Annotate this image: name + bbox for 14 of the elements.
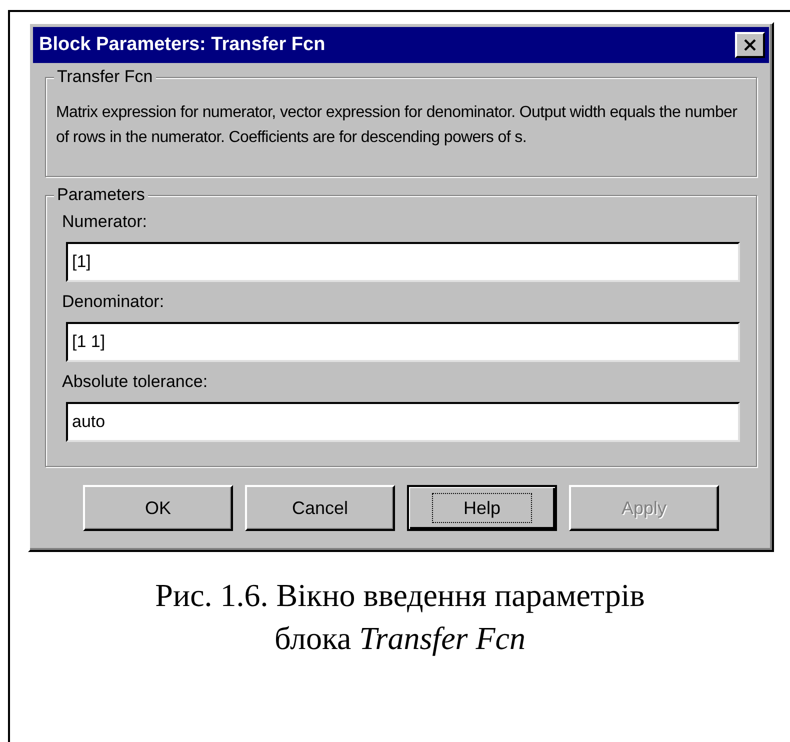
field-label: Absolute tolerance:: [62, 372, 209, 392]
window-title: Block Parameters: Transfer Fcn: [39, 34, 326, 56]
dialog-button[interactable]: Help: [407, 485, 557, 531]
dialog-button[interactable]: Cancel: [245, 485, 395, 531]
figure-caption: Рис. 1.6. Вікно введення параметрів блока Transfer Fcn: [154, 576, 646, 658]
field-label: Denominator:: [62, 292, 166, 312]
input-field[interactable]: [1]: [66, 242, 740, 282]
description-text: Matrix expression for numerator, vector expression for denominator. Output width equals the number of rows in the numerator. Coefficients are for descending powers of s.: [56, 103, 738, 148]
dialog-button[interactable]: OK: [83, 485, 233, 531]
close-button[interactable]: [735, 32, 765, 58]
field-label: Numerator:: [62, 212, 148, 232]
input-field[interactable]: [1 1]: [66, 322, 740, 362]
close-icon: [743, 39, 757, 51]
input-field[interactable]: auto: [66, 402, 740, 442]
